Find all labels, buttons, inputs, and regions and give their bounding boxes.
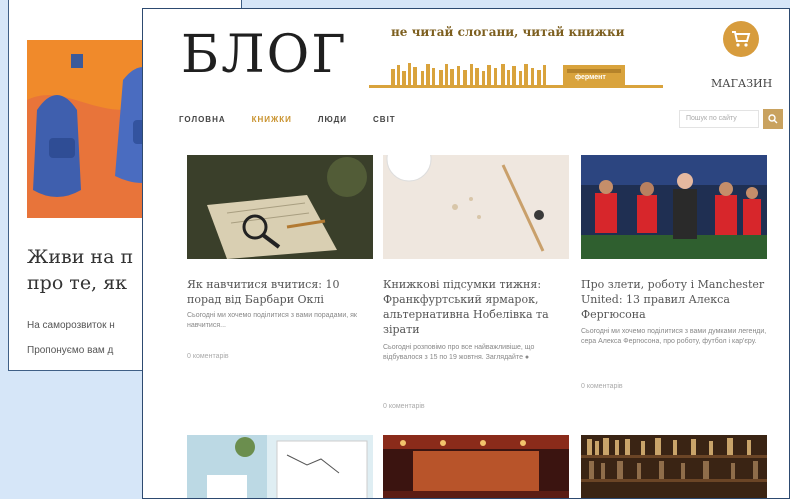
shop-link[interactable]: МАГАЗИН <box>711 77 772 90</box>
card-image-football[interactable] <box>581 155 767 259</box>
search-icon <box>768 114 778 124</box>
card-meta: 0 коментарів <box>187 353 229 360</box>
blog-logo[interactable]: БЛОГ <box>181 25 348 85</box>
card-title[interactable]: Як навчитися вчитися: 10 порад від Барба… <box>187 277 373 307</box>
shop-cart-button[interactable] <box>723 21 759 57</box>
main-navigation: ГОЛОВНА КНИЖКИ ЛЮДИ СВІТ <box>179 115 396 124</box>
nav-item-books[interactable]: КНИЖКИ <box>252 115 292 124</box>
card-title[interactable]: Книжкові підсумки тижня: Франкфуртський … <box>383 277 569 337</box>
card-excerpt: Сьогодні розповімо про все найважливіше,… <box>383 344 535 361</box>
card-meta: 0 коментарів <box>581 383 623 390</box>
card-meta: 0 коментарів <box>383 403 425 410</box>
cart-icon <box>732 31 751 47</box>
card-image-office[interactable] <box>187 435 373 498</box>
nav-item-people[interactable]: ЛЮДИ <box>318 115 347 124</box>
card-image-learning[interactable] <box>187 155 373 259</box>
card-title[interactable]: Про злети, роботу і Manchester United: 1… <box>581 277 767 322</box>
search-input[interactable]: Пошук по сайту <box>679 110 759 128</box>
card-image-library[interactable] <box>581 435 767 498</box>
store-logo-text: фермент <box>575 74 606 81</box>
blog-browser-window[interactable]: БЛОГ не читай слогани, читай книжки ферм… <box>142 8 790 499</box>
slogan-text: не читай слогани, читай книжки <box>391 25 625 39</box>
card-excerpt: Сьогодні ми хочемо поділитися з вами пор… <box>187 312 357 329</box>
card-excerpt: Сьогодні ми хочемо поділитися з вами дум… <box>581 328 767 345</box>
card-image-news[interactable] <box>383 155 569 259</box>
bookshelf-banner[interactable]: фермент <box>369 55 663 89</box>
nav-item-world[interactable]: СВІТ <box>373 115 396 124</box>
search-button[interactable] <box>763 109 783 129</box>
card-image-theatre[interactable] <box>383 435 569 498</box>
nav-item-home[interactable]: ГОЛОВНА <box>179 115 226 124</box>
